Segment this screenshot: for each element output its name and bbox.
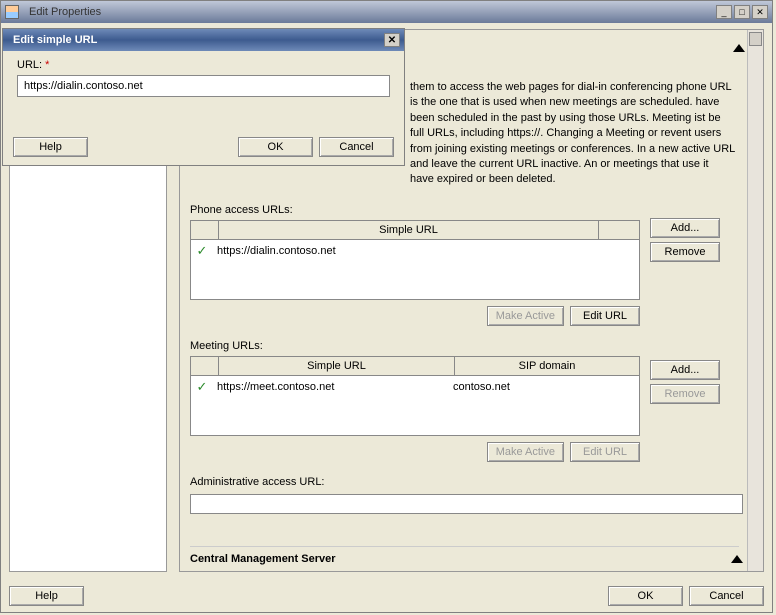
modal-url-label: URL: *	[17, 59, 390, 71]
vertical-scrollbar[interactable]	[747, 30, 763, 571]
modal-ok-button[interactable]: OK	[238, 137, 313, 157]
modal-cancel-button[interactable]: Cancel	[319, 137, 394, 157]
phone-edit-url-button[interactable]: Edit URL	[570, 306, 640, 326]
checkmark-icon: ✓	[191, 243, 213, 259]
modal-close-button[interactable]: ✕	[384, 33, 400, 47]
phone-remove-button[interactable]: Remove	[650, 242, 720, 262]
main-title: Edit Properties	[23, 6, 716, 18]
main-ok-button[interactable]: OK	[608, 586, 683, 606]
phone-col-url: Simple URL	[219, 221, 599, 239]
modal-help-button[interactable]: Help	[13, 137, 88, 157]
modal-url-label-text: URL:	[17, 59, 42, 71]
table-row[interactable]: ✓ https://dialin.contoso.net	[191, 240, 639, 262]
main-help-button[interactable]: Help	[9, 586, 84, 606]
phone-url-cell: https://dialin.contoso.net	[213, 244, 340, 258]
main-titlebar: Edit Properties _ □ ✕	[1, 1, 772, 23]
phone-urls-table: Simple URL ✓ https://dialin.contoso.net	[190, 220, 640, 300]
checkmark-icon: ✓	[191, 379, 213, 395]
meeting-col-sip: SIP domain	[455, 357, 639, 375]
meeting-url-cell: https://meet.contoso.net	[213, 380, 449, 394]
admin-url-input[interactable]	[190, 494, 743, 514]
meeting-add-button[interactable]: Add...	[650, 360, 720, 380]
close-button[interactable]: ✕	[752, 5, 768, 19]
meeting-urls-table: Simple URL SIP domain ✓ https://meet.con…	[190, 356, 640, 436]
meeting-col-url: Simple URL	[219, 357, 455, 375]
cms-collapse-arrow-icon[interactable]	[731, 555, 743, 563]
phone-col-check	[191, 221, 219, 239]
app-icon	[5, 5, 19, 19]
modal-titlebar: Edit simple URL ✕	[3, 29, 404, 51]
collapse-arrow-icon[interactable]	[733, 44, 745, 52]
cms-header: Central Management Server	[190, 546, 739, 569]
edit-url-dialog: Edit simple URL ✕ URL: * Help OK Cancel	[2, 28, 405, 166]
meeting-make-active-button[interactable]: Make Active	[487, 442, 564, 462]
admin-url-label: Administrative access URL:	[190, 476, 763, 488]
phone-urls-label: Phone access URLs:	[190, 204, 763, 216]
meeting-sip-cell: contoso.net	[449, 380, 514, 394]
modal-url-input[interactable]	[17, 75, 390, 97]
meeting-urls-label: Meeting URLs:	[190, 340, 763, 352]
meeting-remove-button[interactable]: Remove	[650, 384, 720, 404]
required-asterisk: *	[45, 59, 49, 71]
phone-make-active-button[interactable]: Make Active	[487, 306, 564, 326]
maximize-button[interactable]: □	[734, 5, 750, 19]
meeting-edit-url-button[interactable]: Edit URL	[570, 442, 640, 462]
modal-title: Edit simple URL	[7, 34, 384, 46]
meeting-col-check	[191, 357, 219, 375]
minimize-button[interactable]: _	[716, 5, 732, 19]
main-cancel-button[interactable]: Cancel	[689, 586, 764, 606]
phone-col-spacer	[599, 221, 639, 239]
table-row[interactable]: ✓ https://meet.contoso.net contoso.net	[191, 376, 639, 398]
main-footer: Help OK Cancel	[9, 586, 764, 606]
phone-add-button[interactable]: Add...	[650, 218, 720, 238]
